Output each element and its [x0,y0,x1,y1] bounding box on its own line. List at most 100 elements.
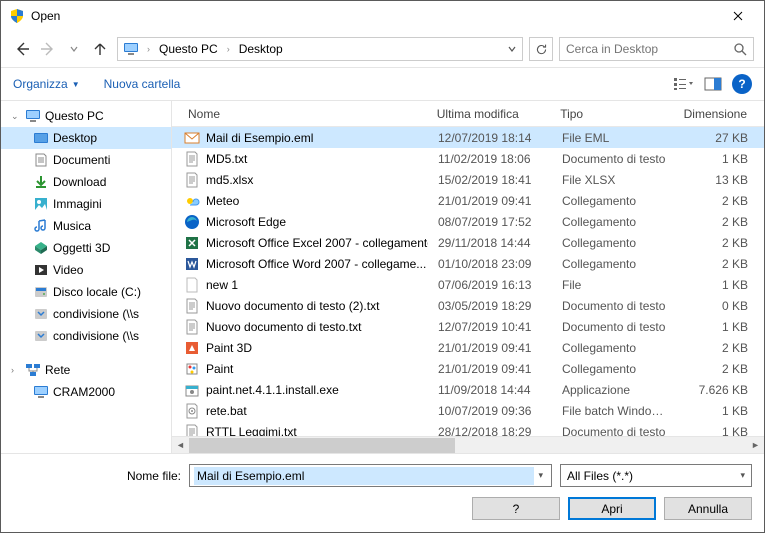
breadcrumb-folder[interactable]: Desktop [235,40,287,58]
sidebar-item[interactable]: condivisione (\\s [1,303,171,325]
cell-modified: 21/01/2019 09:41 [428,341,552,355]
scroll-thumb[interactable] [189,438,455,453]
sidebar-item[interactable]: Immagini [1,193,171,215]
organize-dropdown-icon[interactable]: ▼ [72,80,80,89]
file-icon [184,403,200,419]
cell-size: 1 KB [676,320,764,334]
sidebar-item[interactable]: Video [1,259,171,281]
organize-menu[interactable]: Organizza [13,77,68,91]
window-title: Open [31,9,718,23]
cell-name: Nuovo documento di testo.txt [172,319,428,335]
sidebar-label: Rete [45,363,70,377]
sidebar-item[interactable]: Download [1,171,171,193]
folder-icon [33,196,49,212]
breadcrumb-root[interactable]: Questo PC [155,40,222,58]
file-row[interactable]: Microsoft Edge08/07/2019 17:52Collegamen… [172,211,764,232]
file-row[interactable]: rete.bat10/07/2019 09:36File batch Windo… [172,400,764,421]
filename-dropdown-icon[interactable]: ▾ [534,470,547,481]
chevron-down-icon [70,45,78,53]
open-button[interactable]: Apri [568,497,656,520]
cell-name: Paint [172,361,428,377]
cell-size: 2 KB [676,215,764,229]
file-row[interactable]: Meteo21/01/2019 09:41Collegamento2 KB [172,190,764,211]
sidebar-this-pc[interactable]: ⌄ Questo PC [1,105,171,127]
file-row[interactable]: md5.xlsx15/02/2019 18:41File XLSX13 KB [172,169,764,190]
network-icon [25,362,41,378]
file-row[interactable]: Mail di Esempio.eml12/07/2019 18:14File … [172,127,764,148]
file-row[interactable]: Paint 3D21/01/2019 09:41Collegamento2 KB [172,337,764,358]
cell-type: Documento di testo [552,152,676,166]
view-options-button[interactable] [672,73,694,95]
scroll-right-icon[interactable]: ► [747,437,764,454]
close-button[interactable] [718,2,758,30]
sidebar-label: CRAM2000 [53,385,115,399]
sidebar-label: Immagini [53,197,102,211]
cell-name: MD5.txt [172,151,428,167]
cell-size: 7.626 KB [676,383,764,397]
file-row[interactable]: Nuovo documento di testo.txt12/07/2019 1… [172,316,764,337]
file-row[interactable]: Microsoft Office Excel 2007 - collegamen… [172,232,764,253]
sidebar-item[interactable]: Documenti [1,149,171,171]
sidebar-label: Musica [53,219,91,233]
scroll-left-icon[interactable]: ◄ [172,437,189,454]
filter-dropdown-icon: ▾ [740,470,745,481]
expand-icon[interactable]: › [11,365,21,375]
sidebar-item[interactable]: condivisione (\\s [1,325,171,347]
help-button[interactable]: ? [472,497,560,520]
cell-name: Microsoft Edge [172,214,428,230]
search-box[interactable] [559,37,754,61]
sidebar-label: Desktop [53,131,97,145]
help-button[interactable]: ? [732,74,752,94]
filename-input[interactable] [194,467,534,485]
file-row[interactable]: Microsoft Office Word 2007 - collegame..… [172,253,764,274]
filter-label: All Files (*.*) [567,469,633,483]
file-row[interactable]: MD5.txt11/02/2019 18:06Documento di test… [172,148,764,169]
sidebar-network-item[interactable]: CRAM2000 [1,381,171,403]
file-row[interactable]: paint.net.4.1.1.install.exe11/09/2018 14… [172,379,764,400]
file-list: Nome Ultima modifica Tipo Dimensione Mai… [171,101,764,453]
address-bar[interactable]: › Questo PC › Desktop [117,37,523,61]
sidebar-item[interactable]: Disco locale (C:) [1,281,171,303]
col-name[interactable]: Nome [172,107,427,121]
cell-type: File EML [552,131,676,145]
cell-type: Applicazione [552,383,676,397]
file-row[interactable]: new 107/06/2019 16:13File1 KB [172,274,764,295]
file-row[interactable]: Nuovo documento di testo (2).txt03/05/20… [172,295,764,316]
sidebar-network[interactable]: › Rete [1,359,171,381]
filetype-filter[interactable]: All Files (*.*) ▾ [560,464,752,487]
collapse-icon[interactable]: ⌄ [11,111,21,122]
cell-name: paint.net.4.1.1.install.exe [172,382,428,398]
col-size[interactable]: Dimensione [674,107,764,121]
col-modified[interactable]: Ultima modifica [427,107,550,121]
cell-modified: 12/07/2019 18:14 [428,131,552,145]
search-input[interactable] [566,42,733,56]
new-folder-button[interactable]: Nuova cartella [104,77,181,91]
hscrollbar[interactable]: ◄ ► [172,436,764,453]
sidebar: ⌄ Questo PC Desktop DocumentiDownload Imma… [1,101,171,453]
forward-button[interactable] [37,38,59,60]
cell-size: 2 KB [676,362,764,376]
file-row[interactable]: RTTL Leggimi.txt28/12/2018 18:29Document… [172,421,764,436]
cell-modified: 08/07/2019 17:52 [428,215,552,229]
cell-modified: 07/06/2019 16:13 [428,278,552,292]
cell-modified: 01/10/2018 23:09 [428,257,552,271]
preview-pane-button[interactable] [702,73,724,95]
cancel-button[interactable]: Annulla [664,497,752,520]
sidebar-item[interactable]: Desktop [1,127,171,149]
cell-size: 0 KB [676,299,764,313]
file-row[interactable]: Paint21/01/2019 09:41Collegamento2 KB [172,358,764,379]
folder-icon [33,152,49,168]
refresh-button[interactable] [529,37,553,61]
up-button[interactable] [89,38,111,60]
folder-icon [33,284,49,300]
pc-icon [25,108,41,124]
back-button[interactable] [11,38,33,60]
folder-icon [33,306,49,322]
sidebar-item[interactable]: Oggetti 3D [1,237,171,259]
col-type[interactable]: Tipo [550,107,673,121]
sidebar-item[interactable]: Musica [1,215,171,237]
recent-dropdown[interactable] [63,38,85,60]
address-dropdown[interactable] [504,42,520,56]
file-icon [184,130,200,146]
filename-combo[interactable]: ▾ [189,464,552,487]
